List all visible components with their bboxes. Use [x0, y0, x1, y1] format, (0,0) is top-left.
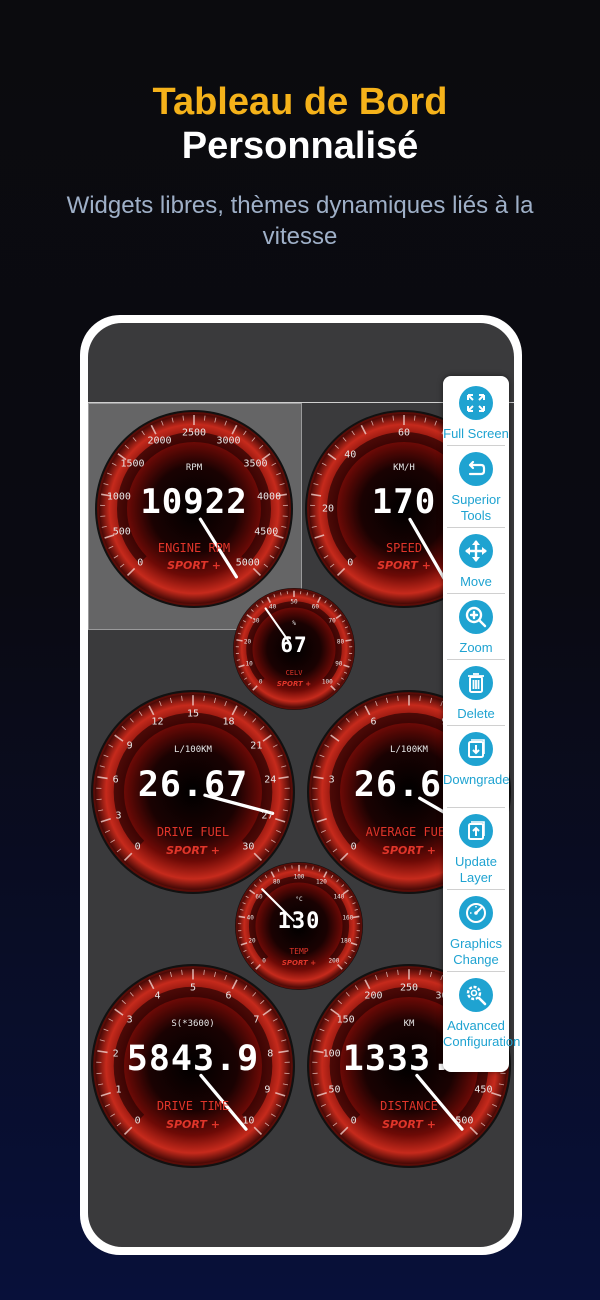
toolbar-item-zoom-in[interactable]: Zoom	[443, 600, 509, 655]
gauge-label: TEMP	[289, 946, 309, 956]
toolbar-item-label: Graphics Change	[449, 936, 503, 967]
gauge-tick-label: 2500	[181, 427, 207, 439]
gauge-tick-label: 4	[154, 990, 161, 1002]
toolbar-divider	[447, 807, 505, 808]
gauge-tick-label: 4500	[254, 526, 279, 538]
gauge-tick-label: 100	[293, 873, 305, 881]
gauge-value: 130	[277, 909, 321, 935]
gauge-tick-label: 60	[397, 427, 411, 439]
hero-title-line2: Personnalisé	[181, 125, 419, 167]
toolbar-divider	[447, 659, 505, 660]
zoom-in-icon	[459, 600, 493, 634]
toolbar-item-gauge-change[interactable]: Graphics Change	[443, 896, 509, 967]
gauge-mode: SPORT +	[276, 680, 312, 688]
gauge-tick-label: 3000	[216, 435, 241, 447]
gauge-unit: %	[292, 620, 296, 628]
gauge-tick-label: 15	[186, 708, 200, 720]
gauge-mode: SPORT +	[167, 559, 221, 572]
gauge-tick-label: 120	[316, 878, 327, 886]
gauge-tick-label: 5	[189, 982, 197, 994]
toolbar-item-label: Downgrade	[443, 772, 510, 787]
gauge-label: DRIVE FUEL	[156, 824, 230, 839]
gauge-value: 26.67	[137, 765, 249, 806]
drive-time-gauge[interactable]: 0 1 2 3 4 5 6 7 8 9 10 S(*3600) 5843.9 DRIVE TIME SPOR…	[90, 963, 296, 1169]
trash-icon	[459, 666, 493, 700]
settings-search-icon	[459, 978, 493, 1012]
return-icon	[459, 452, 493, 486]
gauge-value: 10922	[140, 482, 248, 522]
gauge-tick-label: 450	[474, 1084, 493, 1096]
gauge-label: DRIVE TIME	[156, 1098, 230, 1113]
gauge-unit: RPM	[185, 463, 203, 473]
gauge-change-icon	[459, 896, 493, 930]
gauge-tick-label: 20	[248, 937, 256, 945]
gauge-value: 5843.9	[126, 1039, 260, 1080]
widget-toolbar: Full Screen Superior Tools Move Zoom Del…	[443, 376, 521, 1072]
toolbar-item-label: Full Screen	[443, 426, 509, 441]
gauge-label: DISTANCE	[380, 1098, 438, 1113]
toolbar-divider	[447, 889, 505, 890]
hero-title-line1: Tableau de Bord	[152, 81, 448, 123]
upload-layer-icon	[459, 814, 493, 848]
gauge-tick-label: 40	[344, 449, 357, 461]
gauge-label: CELV	[285, 668, 303, 677]
toolbar-divider	[447, 725, 505, 726]
rpm-gauge[interactable]: 0 500 1000 1500 2000 2500 3000 3500 4000 4500 5000…	[94, 409, 294, 609]
fullscreen-icon	[459, 386, 493, 420]
gauge-tick-label: 200	[364, 990, 383, 1002]
gauge-tick-label: 6	[225, 990, 232, 1002]
gauge-value: 67	[280, 632, 308, 657]
gauge-mode: SPORT +	[166, 843, 220, 857]
gauge-tick-label: 27	[261, 810, 274, 822]
gauge-mode: SPORT +	[166, 1117, 220, 1131]
gauge-unit: S(*3600)	[171, 1018, 215, 1029]
toolbar-divider	[447, 593, 505, 594]
toolbar-item-label: Zoom	[459, 640, 493, 655]
gauge-mode: SPORT +	[382, 1117, 436, 1131]
gauge-tick-label: 40	[268, 603, 277, 611]
toolbar-item-return[interactable]: Superior Tools	[443, 452, 509, 523]
gauge-tick-label: 18	[222, 716, 235, 728]
toolbar-item-label: Superior Tools	[451, 492, 501, 523]
toolbar-item-upload-layer[interactable]: Update Layer	[443, 814, 509, 885]
gauge-tick-label: 3	[115, 810, 122, 822]
gauge-tick-label: 6	[370, 716, 377, 728]
toolbar-item-label: Delete	[457, 706, 495, 721]
toolbar-item-label: Advanced Configuration	[443, 1018, 521, 1049]
gauge-tick-label: 80	[272, 878, 281, 886]
gauge-tick-label: 9	[264, 1084, 271, 1096]
gauge-tick-label: 50	[290, 598, 298, 606]
download-layer-icon	[459, 732, 493, 766]
toolbar-item-fullscreen[interactable]: Full Screen	[443, 386, 509, 441]
gauge-tick-label: 180	[340, 937, 352, 945]
toolbar-item-trash[interactable]: Delete	[443, 666, 509, 721]
gauge-tick-label: 90	[335, 660, 343, 668]
gauge-tick-label: 10	[245, 660, 253, 668]
gauge-tick-label: 60	[311, 603, 320, 611]
toolbar-divider	[447, 445, 505, 446]
gauge-tick-label: 12	[151, 716, 164, 728]
gauge-tick-label: 2000	[147, 435, 172, 447]
toolbar-item-settings-search[interactable]: Advanced Configuration	[443, 978, 521, 1064]
toolbar-divider	[447, 971, 505, 972]
toolbar-item-label: Update Layer	[455, 854, 497, 885]
toolbar-divider	[447, 527, 505, 528]
gauge-tick-label: 250	[399, 982, 419, 994]
gauge-unit: °C	[295, 896, 303, 904]
gauge-tick-label: 1	[115, 1084, 122, 1096]
hero-subtitle: Widgets libres, thèmes dynamiques liés à…	[66, 192, 534, 250]
gauge-tick-label: 500	[112, 526, 131, 538]
gauge-tick-label: 50	[328, 1084, 341, 1096]
toolbar-item-move[interactable]: Move	[443, 534, 509, 589]
gauge-unit: L/100KM	[174, 744, 212, 755]
move-icon	[459, 534, 493, 568]
toolbar-item-download-layer[interactable]: Downgrade	[443, 732, 510, 802]
toolbar-item-label: Move	[460, 574, 492, 589]
gauge-label: ENGINE RPM	[157, 541, 231, 555]
